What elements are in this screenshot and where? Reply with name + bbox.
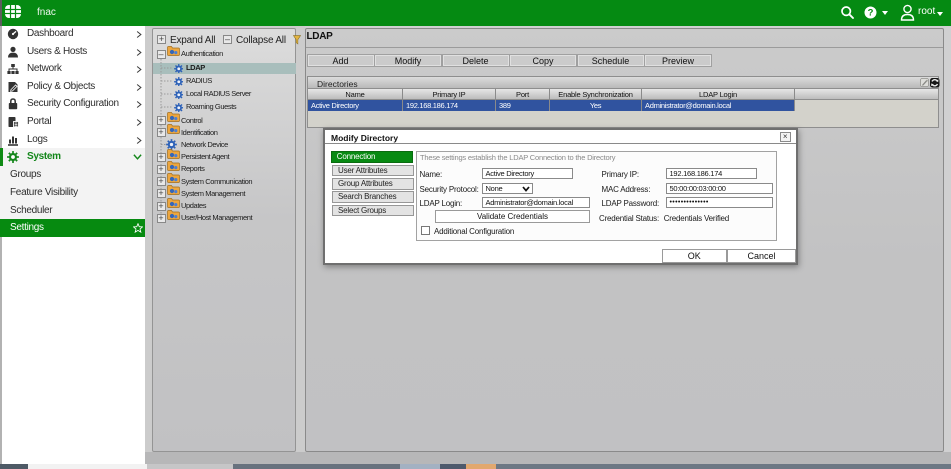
svg-text:?: ? <box>868 8 874 19</box>
